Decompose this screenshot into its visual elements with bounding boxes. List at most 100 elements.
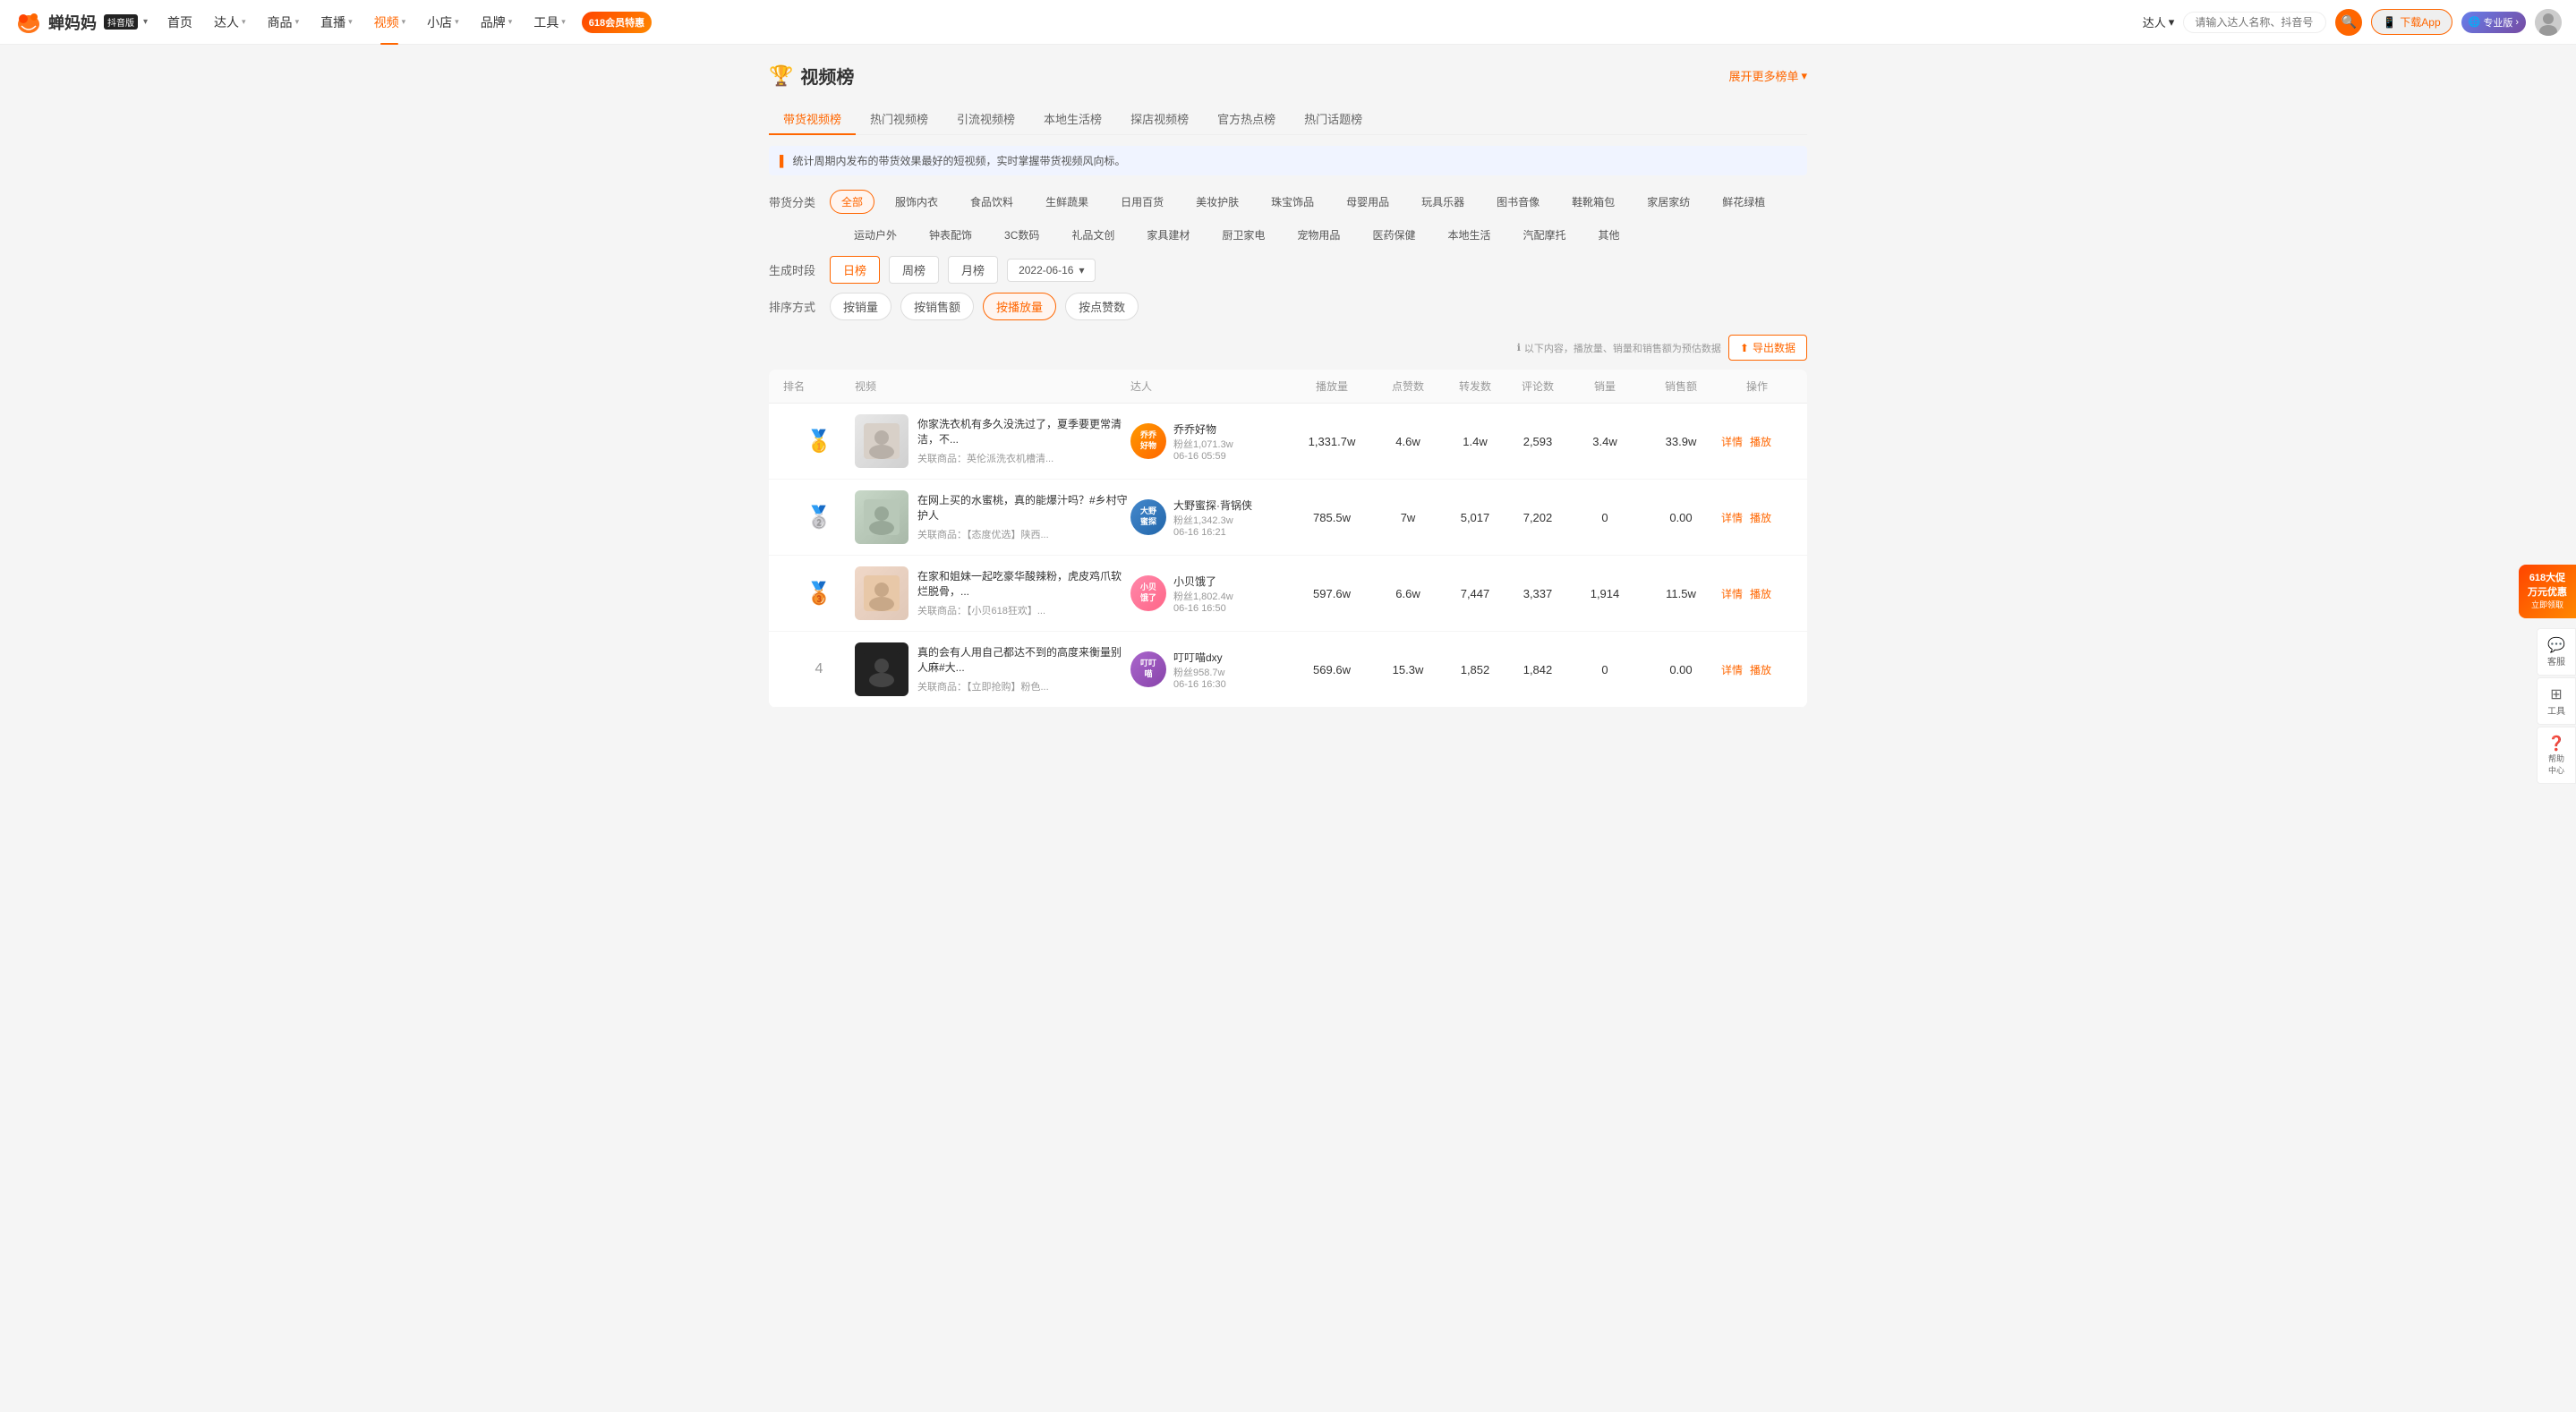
comments-2: 7,202	[1506, 511, 1569, 524]
nav-product[interactable]: 商品▾	[259, 0, 309, 45]
filter-books[interactable]: 图书音像	[1485, 190, 1551, 214]
play-link-4[interactable]: 播放	[1750, 662, 1771, 677]
nav-search-input[interactable]	[2195, 16, 2315, 29]
nav-avatar[interactable]	[2535, 9, 2562, 36]
info-bar: ▌ 统计周期内发布的带货效果最好的短视频，实时掌握带货视频风向标。	[769, 146, 1807, 175]
talent-name-2: 大野蜜探·背锅侠	[1173, 498, 1292, 513]
video-product-3: 关联商品：【小贝618狂欢】...	[917, 603, 1130, 617]
filter-beauty[interactable]: 美妆护肤	[1184, 190, 1250, 214]
comments-1: 2,593	[1506, 435, 1569, 448]
filter-fresh[interactable]: 生鲜蔬果	[1034, 190, 1100, 214]
filter-food[interactable]: 食品饮料	[959, 190, 1025, 214]
play-link-1[interactable]: 播放	[1750, 434, 1771, 449]
filter-watch[interactable]: 钟表配饰	[917, 223, 984, 247]
nav-download-button[interactable]: 📱 下载App	[2371, 9, 2452, 35]
plays-4: 569.6w	[1292, 663, 1372, 676]
tab-hot-video[interactable]: 热门视频榜	[856, 103, 943, 134]
tab-explore-video[interactable]: 探店视频榜	[1116, 103, 1203, 134]
logo-icon	[14, 8, 43, 37]
likes-1: 4.6w	[1372, 435, 1444, 448]
col-sales: 销量	[1569, 379, 1641, 394]
detail-link-4[interactable]: 详情	[1721, 662, 1743, 677]
period-daily[interactable]: 日榜	[830, 256, 880, 284]
sort-by-sales[interactable]: 按销量	[830, 293, 891, 320]
filter-all[interactable]: 全部	[830, 190, 874, 214]
play-link-3[interactable]: 播放	[1750, 586, 1771, 601]
period-monthly[interactable]: 月榜	[948, 256, 998, 284]
trophy-icon: 🏆	[769, 64, 793, 88]
talent-date-2: 06-16 16:21	[1173, 527, 1292, 538]
period-weekly[interactable]: 周榜	[889, 256, 939, 284]
side-service-button[interactable]: 💬 客服	[2537, 628, 2576, 676]
col-action: 操作	[1721, 379, 1793, 394]
filter-daily[interactable]: 日用百货	[1109, 190, 1175, 214]
talent-cell-4: 叮叮喵 叮叮喵dxy 粉丝958.7w 06-16 16:30	[1130, 650, 1292, 690]
logo-chevron[interactable]: ▾	[143, 17, 148, 27]
filter-appliance[interactable]: 厨卫家电	[1210, 223, 1276, 247]
video-cell-2: 在网上买的水蜜桃，真的能爆汁吗？#乡村守护人 关联商品：【态度优选】陕西...	[855, 490, 1130, 544]
talent-avatar-2: 大野蜜探	[1130, 499, 1166, 535]
detail-link-1[interactable]: 详情	[1721, 434, 1743, 449]
side-help-button[interactable]: ❓ 帮助 中心	[2537, 727, 2576, 784]
date-picker[interactable]: 2022-06-16 ▾	[1007, 259, 1096, 282]
nav-tools[interactable]: 工具▾	[525, 0, 575, 45]
filter-flowers[interactable]: 鲜花绿植	[1710, 190, 1777, 214]
nav-shop[interactable]: 小店▾	[418, 0, 468, 45]
promo-618-float[interactable]: 618大促 万元优惠 立即领取	[2519, 565, 2576, 617]
filter-pet[interactable]: 宠物用品	[1285, 223, 1352, 247]
filter-gift[interactable]: 礼品文创	[1060, 223, 1126, 247]
tab-hot-topic[interactable]: 热门话题榜	[1290, 103, 1377, 134]
filter-sports[interactable]: 运动户外	[842, 223, 908, 247]
talent-date-3: 06-16 16:50	[1173, 603, 1292, 614]
nav-618-promo[interactable]: 618会员特惠	[582, 12, 652, 33]
filter-baby[interactable]: 母婴用品	[1335, 190, 1401, 214]
detail-link-2[interactable]: 详情	[1721, 510, 1743, 525]
hint-icon: ℹ	[1517, 342, 1521, 353]
expand-more-button[interactable]: 展开更多榜单 ▾	[1728, 67, 1807, 84]
video-table: 排名 视频 达人 播放量 点赞数 转发数 评论数 销量 销售额 操作 🥇 你家洗…	[769, 370, 1807, 708]
talent-date-1: 06-16 05:59	[1173, 451, 1292, 462]
video-cell-1: 你家洗衣机有多久没洗过了，夏季要更常清洁，不... 关联商品：英伦派洗衣机槽清.…	[855, 414, 1130, 468]
tab-cargo-video[interactable]: 带货视频榜	[769, 103, 856, 134]
revenue-2: 0.00	[1641, 511, 1721, 524]
sort-by-likes[interactable]: 按点赞数	[1065, 293, 1139, 320]
filter-local[interactable]: 本地生活	[1436, 223, 1502, 247]
logo[interactable]: 蝉妈妈 抖音版 ▾	[14, 8, 148, 37]
nav-video[interactable]: 视频▾	[365, 0, 415, 45]
category-filter-row2: 运动户外 钟表配饰 3C数码 礼品文创 家具建材 厨卫家电 宠物用品 医药保健 …	[769, 223, 1807, 247]
sort-by-revenue[interactable]: 按销售额	[900, 293, 974, 320]
nav-home[interactable]: 首页	[158, 0, 201, 45]
talent-cell-2: 大野蜜探 大野蜜探·背锅侠 粉丝1,342.3w 06-16 16:21	[1130, 498, 1292, 538]
talent-avatar-1: 乔乔好物	[1130, 423, 1166, 459]
filter-auto[interactable]: 汽配摩托	[1511, 223, 1577, 247]
period-label: 生成时段	[769, 261, 815, 278]
play-link-2[interactable]: 播放	[1750, 510, 1771, 525]
side-tools-button[interactable]: ⊞ 工具	[2537, 677, 2576, 725]
video-thumb-1	[855, 414, 908, 468]
filter-digital[interactable]: 3C数码	[993, 223, 1051, 247]
nav-talent-selector[interactable]: 达人 ▾	[2143, 13, 2175, 30]
sort-by-plays[interactable]: 按播放量	[983, 293, 1056, 320]
nav-brand[interactable]: 品牌▾	[472, 0, 522, 45]
filter-jewelry[interactable]: 珠宝饰品	[1259, 190, 1326, 214]
nav-pro-badge[interactable]: 🌐 专业版 ›	[2461, 12, 2526, 33]
nav-talent[interactable]: 达人▾	[205, 0, 255, 45]
tab-official-hot[interactable]: 官方热点榜	[1203, 103, 1290, 134]
talent-name-1: 乔乔好物	[1173, 421, 1292, 437]
filter-home[interactable]: 家居家纺	[1635, 190, 1702, 214]
filter-toys[interactable]: 玩具乐器	[1410, 190, 1476, 214]
comments-4: 1,842	[1506, 663, 1569, 676]
col-talent: 达人	[1130, 379, 1292, 394]
filter-medical[interactable]: 医药保健	[1361, 223, 1427, 247]
shares-1: 1.4w	[1444, 435, 1506, 448]
nav-search-button[interactable]: 🔍	[2335, 9, 2362, 36]
nav-live[interactable]: 直播▾	[311, 0, 362, 45]
tab-traffic-video[interactable]: 引流视频榜	[943, 103, 1029, 134]
export-button[interactable]: ⬆ 导出数据	[1728, 335, 1807, 361]
detail-link-3[interactable]: 详情	[1721, 586, 1743, 601]
tab-local-life[interactable]: 本地生活榜	[1029, 103, 1116, 134]
filter-shoes[interactable]: 鞋靴箱包	[1560, 190, 1626, 214]
filter-furniture[interactable]: 家具建材	[1135, 223, 1201, 247]
filter-clothing[interactable]: 服饰内衣	[883, 190, 950, 214]
filter-other[interactable]: 其他	[1586, 223, 1631, 247]
